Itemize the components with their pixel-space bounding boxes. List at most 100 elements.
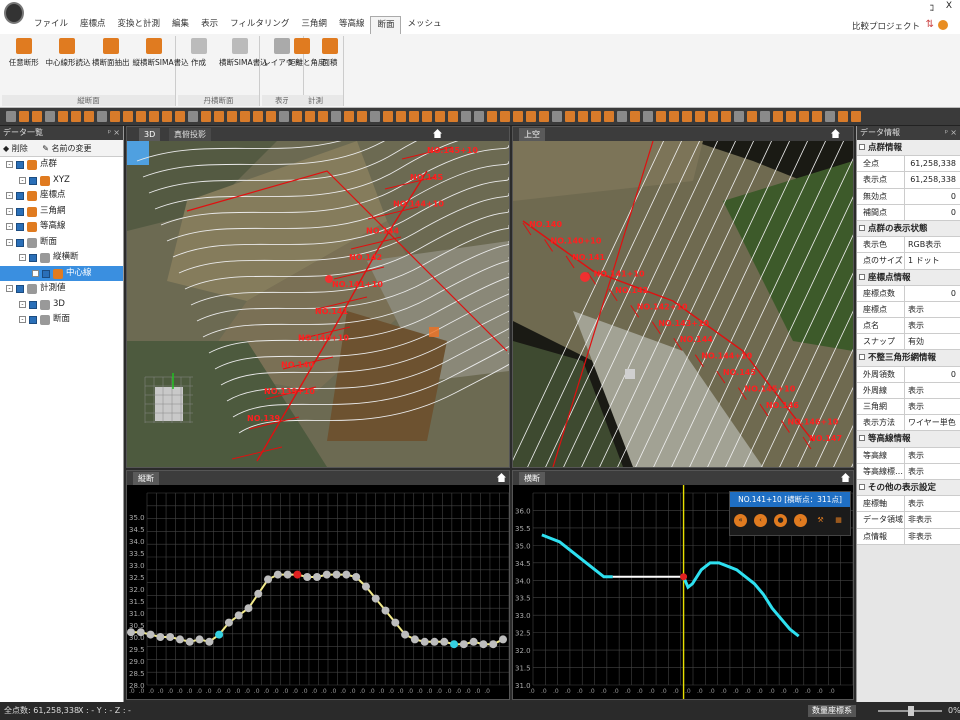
minimize-button[interactable]: ｺ bbox=[929, 1, 934, 14]
ribbon-button-1-1[interactable]: 横断SIMA書込 bbox=[219, 36, 268, 68]
property-row[interactable]: 外周線 表示 bbox=[857, 382, 960, 399]
ribbon-tab-2[interactable]: 変換と計測 bbox=[112, 16, 167, 34]
toolbar-icon-42[interactable] bbox=[552, 111, 562, 122]
property-row[interactable]: 点のサイズ 1 ドット bbox=[857, 253, 960, 270]
toolbar-icon-48[interactable] bbox=[630, 111, 640, 122]
close-button[interactable]: X bbox=[946, 1, 952, 11]
pin-icon[interactable]: ᵖ bbox=[945, 126, 948, 140]
property-row[interactable]: 外周領数 0 bbox=[857, 366, 960, 383]
toolbar-icon-52[interactable] bbox=[682, 111, 692, 122]
tree-item[interactable]: - 3D bbox=[0, 297, 123, 313]
tree-item[interactable]: - 縦横断 bbox=[0, 250, 123, 266]
delete-button[interactable]: ◆ 削除 bbox=[3, 144, 34, 153]
toolbar-icon-29[interactable] bbox=[383, 111, 393, 122]
ribbon-button-0-0[interactable]: 任意断形 bbox=[2, 36, 46, 68]
toolbar-icon-3[interactable] bbox=[45, 111, 55, 122]
ribbon-tab-4[interactable]: 表示 bbox=[195, 16, 224, 34]
sort-arrows-icon[interactable]: ⇅ bbox=[926, 19, 934, 30]
toolbar-icon-43[interactable] bbox=[565, 111, 575, 122]
expand-icon[interactable]: - bbox=[19, 254, 26, 261]
toolbar-icon-57[interactable] bbox=[747, 111, 757, 122]
view-top-canvas[interactable]: NO.140 NO.140+10 NO.141 NO.141+10 NO.142 NO.1… bbox=[513, 141, 853, 467]
toolbar-icon-28[interactable] bbox=[370, 111, 380, 122]
toolbar-icon-35[interactable] bbox=[461, 111, 471, 122]
property-row[interactable]: 等高線 表示 bbox=[857, 447, 960, 464]
ribbon-tab-1[interactable]: 座標点 bbox=[74, 16, 112, 34]
checkbox[interactable] bbox=[16, 238, 24, 247]
toolbar-icon-34[interactable] bbox=[448, 111, 458, 122]
property-row[interactable]: 全点 61,258,338 bbox=[857, 156, 960, 173]
toolbar-icon-36[interactable] bbox=[474, 111, 484, 122]
toolbar-icon-12[interactable] bbox=[162, 111, 172, 122]
toolbar-icon-9[interactable] bbox=[123, 111, 133, 122]
property-row[interactable]: 点情報 非表示 bbox=[857, 528, 960, 545]
checkbox[interactable] bbox=[16, 207, 24, 216]
toolbar-icon-20[interactable] bbox=[266, 111, 276, 122]
toolbar-icon-51[interactable] bbox=[669, 111, 679, 122]
toolbar-icon-64[interactable] bbox=[838, 111, 848, 122]
property-section[interactable]: 座標点情報 bbox=[857, 269, 960, 286]
toolbar-icon-2[interactable] bbox=[32, 111, 42, 122]
collapse-icon[interactable] bbox=[859, 144, 865, 150]
toolbar-icon-60[interactable] bbox=[786, 111, 796, 122]
toolbar-icon-40[interactable] bbox=[526, 111, 536, 122]
tree-item[interactable]: - 点群 bbox=[0, 157, 123, 173]
checkbox[interactable] bbox=[42, 269, 50, 278]
checkbox[interactable] bbox=[29, 176, 37, 185]
ribbon-tab-7[interactable]: 等高線 bbox=[333, 16, 371, 34]
ribbon-button-0-2[interactable]: 横断面抽出 bbox=[89, 36, 133, 68]
property-section[interactable]: 点群の表示状態 bbox=[857, 220, 960, 238]
property-row[interactable]: 座標軸 表示 bbox=[857, 496, 960, 513]
toolbar-icon-6[interactable] bbox=[84, 111, 94, 122]
ribbon-button-3-0[interactable]: 距離と角度 bbox=[288, 36, 326, 68]
toolbar-icon-8[interactable] bbox=[110, 111, 120, 122]
property-row[interactable]: 補間点 0 bbox=[857, 204, 960, 221]
first-section-button[interactable]: « bbox=[734, 514, 747, 527]
ribbon-tab-5[interactable]: フィルタリング bbox=[224, 16, 295, 34]
property-row[interactable]: 三角網 表示 bbox=[857, 399, 960, 416]
view-top[interactable]: 上空 NO.140 NO.140+10 NO.141 NO.141+10 NO.142 N… bbox=[512, 126, 854, 468]
property-section[interactable]: 点群情報 bbox=[857, 140, 960, 157]
tab-cross-section[interactable]: 横断 bbox=[519, 472, 545, 485]
property-section[interactable]: 等高線情報 bbox=[857, 431, 960, 448]
property-row[interactable]: 座標点数 0 bbox=[857, 285, 960, 302]
toolbar-icon-26[interactable] bbox=[344, 111, 354, 122]
toolbar-icon-1[interactable] bbox=[19, 111, 29, 122]
property-row[interactable]: 等高線標… 表示 bbox=[857, 463, 960, 480]
ribbon-button-3-1[interactable]: 面積 bbox=[316, 36, 344, 68]
tree-item[interactable]: - 断面 bbox=[0, 312, 123, 328]
rename-button[interactable]: ✎ 名前の変更 bbox=[42, 144, 97, 153]
expand-icon[interactable]: - bbox=[6, 238, 13, 246]
toolbar-icon-22[interactable] bbox=[292, 111, 302, 122]
next-section-button[interactable]: › bbox=[794, 514, 807, 527]
help-icon[interactable] bbox=[938, 20, 948, 30]
toolbar-icon-49[interactable] bbox=[643, 111, 653, 122]
close-panel-icon[interactable]: × bbox=[950, 126, 957, 140]
collapse-icon[interactable] bbox=[859, 435, 865, 442]
toolbar-icon-65[interactable] bbox=[851, 111, 861, 122]
toolbar-icon-32[interactable] bbox=[422, 111, 432, 122]
tab-3d[interactable]: 3D bbox=[139, 128, 161, 141]
expand-icon[interactable]: - bbox=[19, 300, 26, 308]
prev-section-button[interactable]: ‹ bbox=[754, 514, 767, 527]
home-icon[interactable] bbox=[841, 473, 850, 482]
expand-icon[interactable]: - bbox=[6, 192, 13, 199]
toolbar-icon-38[interactable] bbox=[500, 111, 510, 122]
toolbar-icon-33[interactable] bbox=[435, 111, 445, 122]
toolbar-icon-62[interactable] bbox=[812, 111, 822, 122]
toolbar-icon-56[interactable] bbox=[734, 111, 744, 122]
toolbar-icon-55[interactable] bbox=[721, 111, 731, 122]
checkbox[interactable] bbox=[29, 300, 37, 309]
tree-item[interactable]: - 座標点 bbox=[0, 188, 123, 204]
tree-item[interactable]: - 計測値 bbox=[0, 281, 123, 297]
toolbar-icon-39[interactable] bbox=[513, 111, 523, 122]
collapse-icon[interactable] bbox=[859, 483, 865, 490]
tree-item[interactable]: - 三角網 bbox=[0, 204, 123, 220]
expand-icon[interactable]: - bbox=[6, 207, 13, 215]
toolbar-icon-17[interactable] bbox=[227, 111, 237, 122]
toolbar-icon-63[interactable] bbox=[825, 111, 835, 122]
expand-icon[interactable]: - bbox=[32, 269, 39, 277]
tab-longitudinal[interactable]: 縦断 bbox=[133, 472, 159, 485]
settings-icon[interactable]: ⚒ bbox=[814, 514, 827, 527]
property-section[interactable]: 不整三角形網情報 bbox=[857, 350, 960, 367]
